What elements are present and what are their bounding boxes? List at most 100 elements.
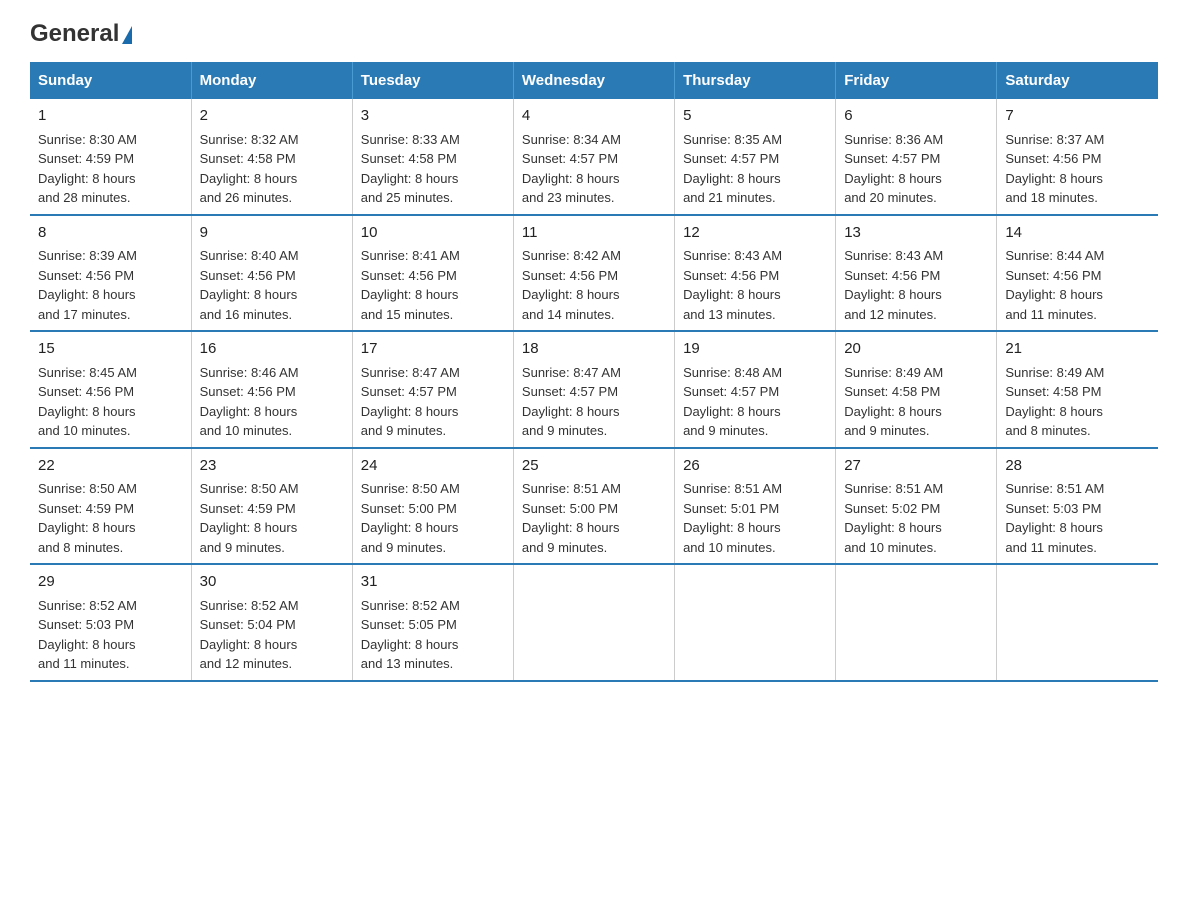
- day-info: Sunrise: 8:35 AMSunset: 4:57 PMDaylight:…: [683, 130, 827, 208]
- calendar-cell: 13Sunrise: 8:43 AMSunset: 4:56 PMDayligh…: [836, 215, 997, 332]
- day-info: Sunrise: 8:30 AMSunset: 4:59 PMDaylight:…: [38, 130, 183, 208]
- calendar-cell: 28Sunrise: 8:51 AMSunset: 5:03 PMDayligh…: [997, 448, 1158, 565]
- day-info: Sunrise: 8:47 AMSunset: 4:57 PMDaylight:…: [522, 363, 666, 441]
- calendar-cell: 15Sunrise: 8:45 AMSunset: 4:56 PMDayligh…: [30, 331, 191, 448]
- calendar-cell: 30Sunrise: 8:52 AMSunset: 5:04 PMDayligh…: [191, 564, 352, 681]
- day-info: Sunrise: 8:50 AMSunset: 4:59 PMDaylight:…: [38, 479, 183, 557]
- day-number: 19: [683, 338, 827, 361]
- day-info: Sunrise: 8:34 AMSunset: 4:57 PMDaylight:…: [522, 130, 666, 208]
- day-info: Sunrise: 8:51 AMSunset: 5:01 PMDaylight:…: [683, 479, 827, 557]
- logo: General: [30, 20, 132, 42]
- calendar-cell: 9Sunrise: 8:40 AMSunset: 4:56 PMDaylight…: [191, 215, 352, 332]
- day-info: Sunrise: 8:41 AMSunset: 4:56 PMDaylight:…: [361, 246, 505, 324]
- calendar-week-row: 1Sunrise: 8:30 AMSunset: 4:59 PMDaylight…: [30, 99, 1158, 215]
- calendar-cell: 14Sunrise: 8:44 AMSunset: 4:56 PMDayligh…: [997, 215, 1158, 332]
- day-info: Sunrise: 8:49 AMSunset: 4:58 PMDaylight:…: [844, 363, 988, 441]
- day-number: 23: [200, 455, 344, 478]
- day-number: 9: [200, 222, 344, 245]
- calendar-cell: [836, 564, 997, 681]
- header-thursday: Thursday: [675, 62, 836, 99]
- calendar-cell: 29Sunrise: 8:52 AMSunset: 5:03 PMDayligh…: [30, 564, 191, 681]
- day-number: 6: [844, 105, 988, 128]
- day-number: 13: [844, 222, 988, 245]
- day-number: 21: [1005, 338, 1150, 361]
- day-number: 5: [683, 105, 827, 128]
- day-info: Sunrise: 8:50 AMSunset: 5:00 PMDaylight:…: [361, 479, 505, 557]
- day-number: 22: [38, 455, 183, 478]
- day-number: 27: [844, 455, 988, 478]
- header-saturday: Saturday: [997, 62, 1158, 99]
- header-friday: Friday: [836, 62, 997, 99]
- calendar-cell: 27Sunrise: 8:51 AMSunset: 5:02 PMDayligh…: [836, 448, 997, 565]
- day-info: Sunrise: 8:43 AMSunset: 4:56 PMDaylight:…: [844, 246, 988, 324]
- calendar-cell: [513, 564, 674, 681]
- day-number: 10: [361, 222, 505, 245]
- calendar-cell: 2Sunrise: 8:32 AMSunset: 4:58 PMDaylight…: [191, 99, 352, 215]
- calendar-cell: 24Sunrise: 8:50 AMSunset: 5:00 PMDayligh…: [352, 448, 513, 565]
- day-number: 1: [38, 105, 183, 128]
- calendar-week-row: 8Sunrise: 8:39 AMSunset: 4:56 PMDaylight…: [30, 215, 1158, 332]
- day-number: 4: [522, 105, 666, 128]
- calendar-header-row: SundayMondayTuesdayWednesdayThursdayFrid…: [30, 62, 1158, 99]
- day-info: Sunrise: 8:51 AMSunset: 5:03 PMDaylight:…: [1005, 479, 1150, 557]
- calendar-cell: 6Sunrise: 8:36 AMSunset: 4:57 PMDaylight…: [836, 99, 997, 215]
- calendar-cell: 10Sunrise: 8:41 AMSunset: 4:56 PMDayligh…: [352, 215, 513, 332]
- day-info: Sunrise: 8:47 AMSunset: 4:57 PMDaylight:…: [361, 363, 505, 441]
- calendar-cell: 16Sunrise: 8:46 AMSunset: 4:56 PMDayligh…: [191, 331, 352, 448]
- header-tuesday: Tuesday: [352, 62, 513, 99]
- day-number: 30: [200, 571, 344, 594]
- day-number: 7: [1005, 105, 1150, 128]
- header-wednesday: Wednesday: [513, 62, 674, 99]
- calendar-cell: 7Sunrise: 8:37 AMSunset: 4:56 PMDaylight…: [997, 99, 1158, 215]
- day-info: Sunrise: 8:33 AMSunset: 4:58 PMDaylight:…: [361, 130, 505, 208]
- day-number: 29: [38, 571, 183, 594]
- day-number: 8: [38, 222, 183, 245]
- day-info: Sunrise: 8:49 AMSunset: 4:58 PMDaylight:…: [1005, 363, 1150, 441]
- day-number: 18: [522, 338, 666, 361]
- day-number: 26: [683, 455, 827, 478]
- header-sunday: Sunday: [30, 62, 191, 99]
- day-info: Sunrise: 8:37 AMSunset: 4:56 PMDaylight:…: [1005, 130, 1150, 208]
- day-info: Sunrise: 8:52 AMSunset: 5:03 PMDaylight:…: [38, 596, 183, 674]
- calendar-cell: 31Sunrise: 8:52 AMSunset: 5:05 PMDayligh…: [352, 564, 513, 681]
- calendar-cell: 20Sunrise: 8:49 AMSunset: 4:58 PMDayligh…: [836, 331, 997, 448]
- day-number: 2: [200, 105, 344, 128]
- day-number: 24: [361, 455, 505, 478]
- calendar-cell: 3Sunrise: 8:33 AMSunset: 4:58 PMDaylight…: [352, 99, 513, 215]
- day-number: 14: [1005, 222, 1150, 245]
- day-number: 25: [522, 455, 666, 478]
- header-monday: Monday: [191, 62, 352, 99]
- calendar-cell: 26Sunrise: 8:51 AMSunset: 5:01 PMDayligh…: [675, 448, 836, 565]
- calendar-cell: 17Sunrise: 8:47 AMSunset: 4:57 PMDayligh…: [352, 331, 513, 448]
- day-info: Sunrise: 8:52 AMSunset: 5:05 PMDaylight:…: [361, 596, 505, 674]
- calendar-cell: [675, 564, 836, 681]
- day-number: 16: [200, 338, 344, 361]
- calendar-week-row: 29Sunrise: 8:52 AMSunset: 5:03 PMDayligh…: [30, 564, 1158, 681]
- calendar-cell: 4Sunrise: 8:34 AMSunset: 4:57 PMDaylight…: [513, 99, 674, 215]
- day-info: Sunrise: 8:36 AMSunset: 4:57 PMDaylight:…: [844, 130, 988, 208]
- day-number: 28: [1005, 455, 1150, 478]
- day-info: Sunrise: 8:51 AMSunset: 5:00 PMDaylight:…: [522, 479, 666, 557]
- page-header: General: [30, 20, 1158, 42]
- day-info: Sunrise: 8:44 AMSunset: 4:56 PMDaylight:…: [1005, 246, 1150, 324]
- day-info: Sunrise: 8:45 AMSunset: 4:56 PMDaylight:…: [38, 363, 183, 441]
- calendar-week-row: 22Sunrise: 8:50 AMSunset: 4:59 PMDayligh…: [30, 448, 1158, 565]
- day-number: 15: [38, 338, 183, 361]
- calendar-table: SundayMondayTuesdayWednesdayThursdayFrid…: [30, 62, 1158, 682]
- day-number: 17: [361, 338, 505, 361]
- day-info: Sunrise: 8:50 AMSunset: 4:59 PMDaylight:…: [200, 479, 344, 557]
- calendar-cell: 21Sunrise: 8:49 AMSunset: 4:58 PMDayligh…: [997, 331, 1158, 448]
- calendar-cell: 18Sunrise: 8:47 AMSunset: 4:57 PMDayligh…: [513, 331, 674, 448]
- day-number: 12: [683, 222, 827, 245]
- day-number: 31: [361, 571, 505, 594]
- day-info: Sunrise: 8:52 AMSunset: 5:04 PMDaylight:…: [200, 596, 344, 674]
- day-info: Sunrise: 8:40 AMSunset: 4:56 PMDaylight:…: [200, 246, 344, 324]
- day-info: Sunrise: 8:46 AMSunset: 4:56 PMDaylight:…: [200, 363, 344, 441]
- day-info: Sunrise: 8:39 AMSunset: 4:56 PMDaylight:…: [38, 246, 183, 324]
- calendar-cell: 11Sunrise: 8:42 AMSunset: 4:56 PMDayligh…: [513, 215, 674, 332]
- calendar-cell: 25Sunrise: 8:51 AMSunset: 5:00 PMDayligh…: [513, 448, 674, 565]
- calendar-week-row: 15Sunrise: 8:45 AMSunset: 4:56 PMDayligh…: [30, 331, 1158, 448]
- day-number: 11: [522, 222, 666, 245]
- logo-general: General: [30, 20, 119, 48]
- calendar-cell: 5Sunrise: 8:35 AMSunset: 4:57 PMDaylight…: [675, 99, 836, 215]
